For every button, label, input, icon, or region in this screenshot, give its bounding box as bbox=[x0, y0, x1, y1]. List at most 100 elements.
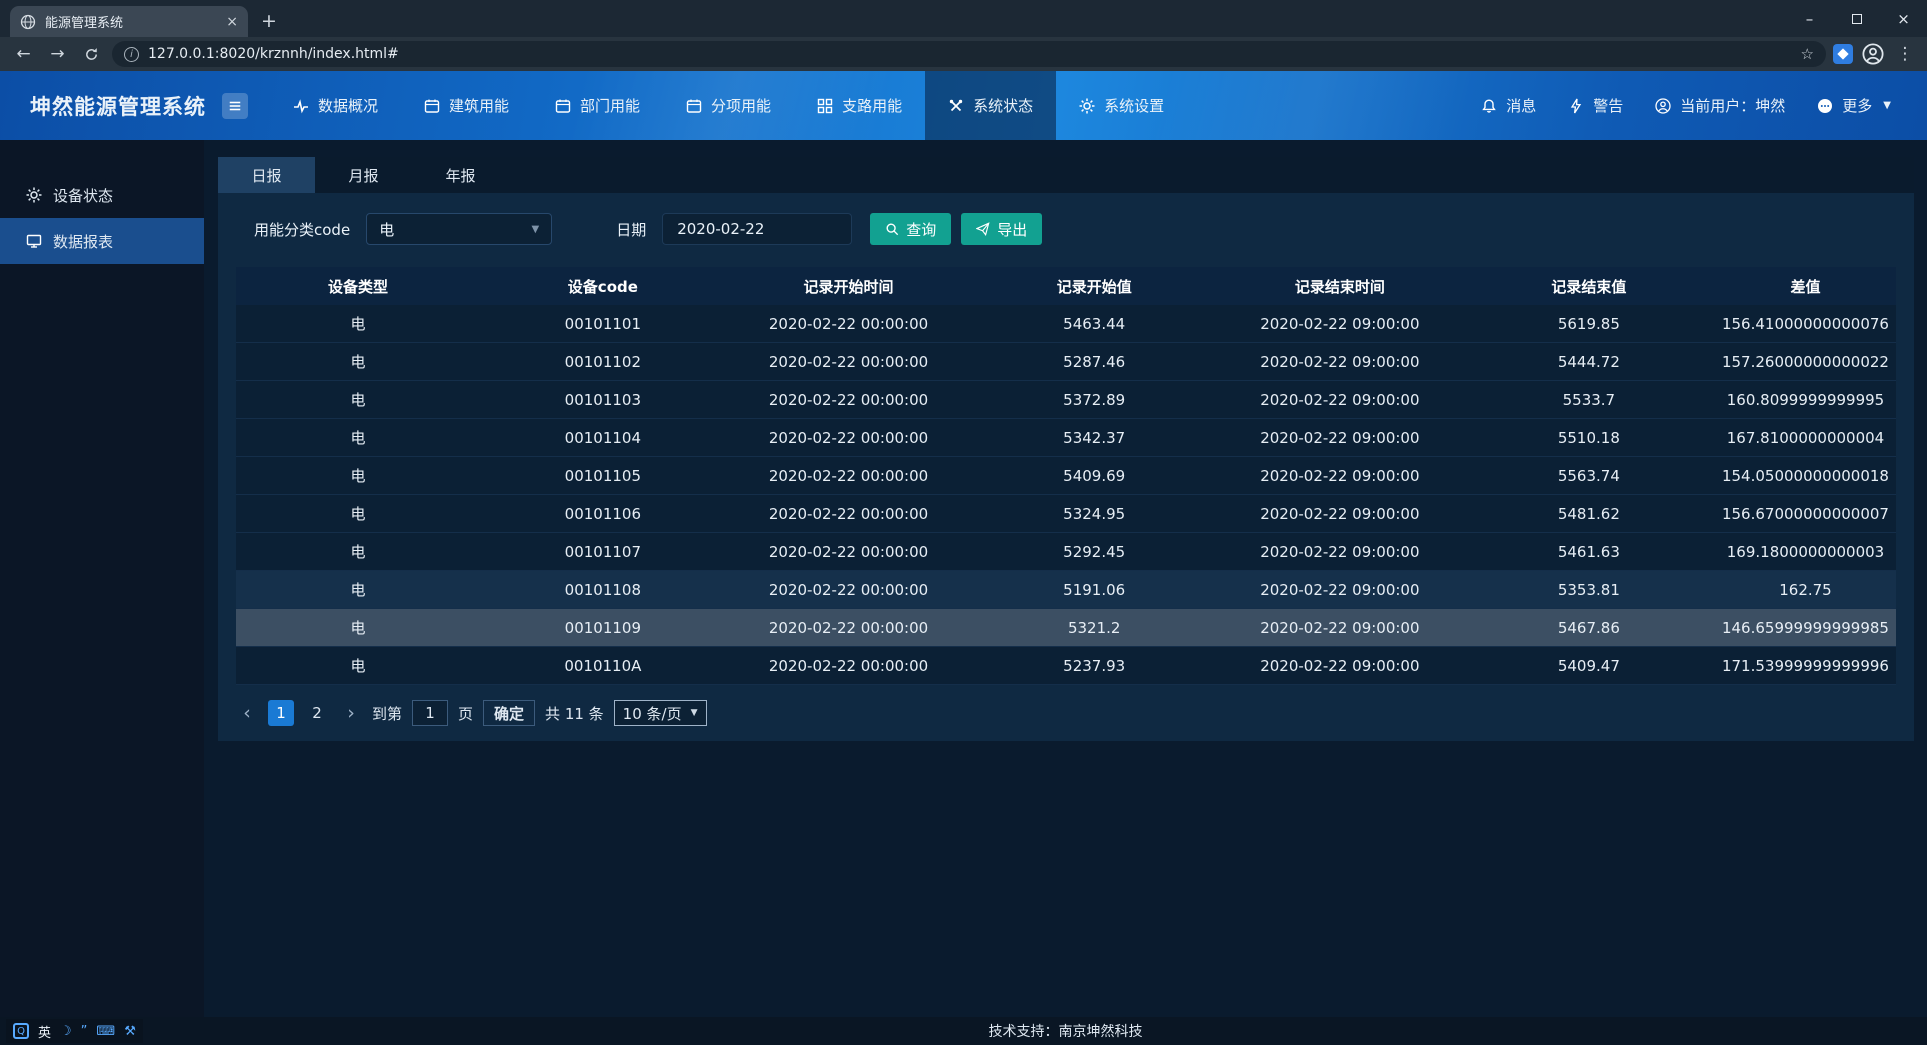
table-cell: 5409.47 bbox=[1463, 657, 1715, 675]
forward-button[interactable]: → bbox=[44, 41, 71, 68]
new-tab-button[interactable]: + bbox=[254, 6, 284, 36]
table-cell: 00101102 bbox=[480, 353, 726, 371]
table-cell: 2020-02-22 09:00:00 bbox=[1217, 429, 1463, 447]
table-cell: 00101103 bbox=[480, 391, 726, 409]
table-row[interactable]: 电 00101101 2020-02-22 00:00:00 5463.44 2… bbox=[236, 305, 1896, 343]
date-input[interactable]: 2020-02-22 bbox=[662, 213, 852, 245]
page-button-1[interactable]: 1 bbox=[268, 700, 294, 726]
nav-item-system-settings[interactable]: 系统设置 bbox=[1056, 71, 1187, 140]
nav-label: 分项用能 bbox=[711, 95, 771, 116]
column-header: 设备code bbox=[480, 276, 726, 297]
page-button-2[interactable]: 2 bbox=[304, 700, 330, 726]
table-cell: 167.8100000000004 bbox=[1715, 429, 1896, 447]
sidebar-item-device-status[interactable]: 设备状态 bbox=[0, 172, 204, 218]
table-row[interactable]: 电 00101107 2020-02-22 00:00:00 5292.45 2… bbox=[236, 533, 1896, 571]
table-row[interactable]: 电 00101108 2020-02-22 00:00:00 5191.06 2… bbox=[236, 571, 1896, 609]
monitor-icon bbox=[26, 233, 42, 249]
table-row[interactable]: 电 0010110A 2020-02-22 00:00:00 5237.93 2… bbox=[236, 647, 1896, 685]
table-cell: 5324.95 bbox=[971, 505, 1217, 523]
table-cell: 5372.89 bbox=[971, 391, 1217, 409]
nav-item-system-status[interactable]: 系统状态 bbox=[925, 71, 1056, 140]
table-row[interactable]: 电 00101102 2020-02-22 00:00:00 5287.46 2… bbox=[236, 343, 1896, 381]
back-button[interactable]: ← bbox=[10, 41, 37, 68]
category-select[interactable]: 电 ▼ bbox=[366, 213, 552, 245]
export-button[interactable]: 导出 bbox=[961, 213, 1042, 245]
maximize-button[interactable] bbox=[1833, 0, 1880, 37]
category-select-value: 电 bbox=[379, 219, 394, 240]
close-window-button[interactable]: × bbox=[1880, 0, 1927, 37]
alerts-label: 警告 bbox=[1593, 95, 1623, 116]
tab-daily[interactable]: 日报 bbox=[218, 157, 315, 193]
per-page-value: 10 条/页 bbox=[623, 703, 682, 724]
table-cell: 00101105 bbox=[480, 467, 726, 485]
table-row[interactable]: 电 00101106 2020-02-22 00:00:00 5324.95 2… bbox=[236, 495, 1896, 533]
nav-item-data-overview[interactable]: 数据概况 bbox=[270, 71, 401, 140]
column-header: 差值 bbox=[1715, 276, 1896, 297]
current-user[interactable]: 当前用户：坤然 bbox=[1655, 95, 1785, 116]
sidebar-item-label: 设备状态 bbox=[53, 185, 113, 206]
nav-item-subitem-energy[interactable]: 分项用能 bbox=[663, 71, 794, 140]
site-info-icon[interactable]: i bbox=[124, 47, 139, 62]
ime-moon-icon[interactable]: ☽ bbox=[60, 1024, 72, 1039]
table-cell: 5461.63 bbox=[1463, 543, 1715, 561]
nav-label: 部门用能 bbox=[580, 95, 640, 116]
per-page-select[interactable]: 10 条/页 ▼ bbox=[614, 700, 707, 726]
minimize-button[interactable]: – bbox=[1786, 0, 1833, 37]
table-cell: 电 bbox=[236, 655, 480, 676]
table-cell: 157.26000000000022 bbox=[1715, 353, 1896, 371]
nav-item-department-energy[interactable]: 部门用能 bbox=[532, 71, 663, 140]
table-cell: 2020-02-22 09:00:00 bbox=[1217, 505, 1463, 523]
table-cell: 00101101 bbox=[480, 315, 726, 333]
query-button-label: 查询 bbox=[906, 219, 936, 240]
paper-plane-icon bbox=[976, 222, 990, 236]
nav-label: 系统设置 bbox=[1104, 95, 1164, 116]
table-cell: 00101106 bbox=[480, 505, 726, 523]
page-next-icon[interactable]: › bbox=[340, 702, 362, 724]
table-cell: 5444.72 bbox=[1463, 353, 1715, 371]
tab-yearly[interactable]: 年报 bbox=[412, 157, 509, 193]
browser-menu-icon[interactable]: ⋮ bbox=[1893, 44, 1917, 64]
collapse-menu-button[interactable] bbox=[222, 93, 248, 119]
sidebar-item-data-report[interactable]: 数据报表 bbox=[0, 218, 204, 264]
url-text[interactable]: 127.0.0.1:8020/krznnh/index.html# bbox=[148, 46, 1792, 62]
tab-close-icon[interactable]: × bbox=[226, 14, 238, 30]
nav-label: 建筑用能 bbox=[449, 95, 509, 116]
browser-tab[interactable]: 能源管理系统 × bbox=[10, 6, 248, 37]
page-prev-icon[interactable]: ‹ bbox=[236, 702, 258, 724]
table-row[interactable]: 电 00101109 2020-02-22 00:00:00 5321.2 20… bbox=[236, 609, 1896, 647]
ime-tools-icon[interactable]: ⚒ bbox=[124, 1024, 136, 1039]
goto-page-input[interactable]: 1 bbox=[412, 700, 448, 726]
table-cell: 2020-02-22 09:00:00 bbox=[1217, 391, 1463, 409]
table-cell: 162.75 bbox=[1715, 581, 1896, 599]
browser-profile-avatar[interactable] bbox=[1860, 41, 1886, 67]
bookmark-star-icon[interactable]: ☆ bbox=[1801, 45, 1814, 63]
date-label: 日期 bbox=[616, 219, 646, 240]
address-bar[interactable]: i 127.0.0.1:8020/krznnh/index.html# ☆ bbox=[112, 41, 1826, 67]
query-button[interactable]: 查询 bbox=[870, 213, 951, 245]
footer-text: 技术支持：南京坤然科技 bbox=[989, 1021, 1143, 1041]
table-row[interactable]: 电 00101104 2020-02-22 00:00:00 5342.37 2… bbox=[236, 419, 1896, 457]
messages-button[interactable]: 消息 bbox=[1481, 95, 1536, 116]
table-cell: 5467.86 bbox=[1463, 619, 1715, 637]
table-cell: 2020-02-22 00:00:00 bbox=[726, 505, 972, 523]
nav-item-building-energy[interactable]: 建筑用能 bbox=[401, 71, 532, 140]
more-menu-button[interactable]: 更多 ▼ bbox=[1817, 95, 1891, 116]
tab-monthly[interactable]: 月报 bbox=[315, 157, 412, 193]
search-icon bbox=[885, 222, 899, 236]
maximize-icon bbox=[1852, 14, 1862, 24]
ime-keyboard-icon[interactable]: ⌨ bbox=[96, 1024, 115, 1039]
extension-icon[interactable] bbox=[1833, 44, 1853, 64]
goto-confirm-button[interactable]: 确定 bbox=[483, 700, 535, 726]
ime-language-indicator[interactable]: 英 bbox=[38, 1022, 51, 1041]
favicon-globe-icon bbox=[20, 14, 36, 30]
nav-label: 支路用能 bbox=[842, 95, 902, 116]
table-row[interactable]: 电 00101105 2020-02-22 00:00:00 5409.69 2… bbox=[236, 457, 1896, 495]
ime-punctuation-icon[interactable]: ” bbox=[81, 1024, 88, 1039]
alerts-button[interactable]: 警告 bbox=[1568, 95, 1623, 116]
nav-item-branch-energy[interactable]: 支路用能 bbox=[794, 71, 925, 140]
ime-logo-icon[interactable]: Q bbox=[13, 1023, 29, 1039]
refresh-button[interactable] bbox=[78, 41, 105, 68]
table-row[interactable]: 电 00101103 2020-02-22 00:00:00 5372.89 2… bbox=[236, 381, 1896, 419]
table-cell: 2020-02-22 00:00:00 bbox=[726, 467, 972, 485]
sidebar: 设备状态 数据报表 bbox=[0, 140, 204, 1017]
